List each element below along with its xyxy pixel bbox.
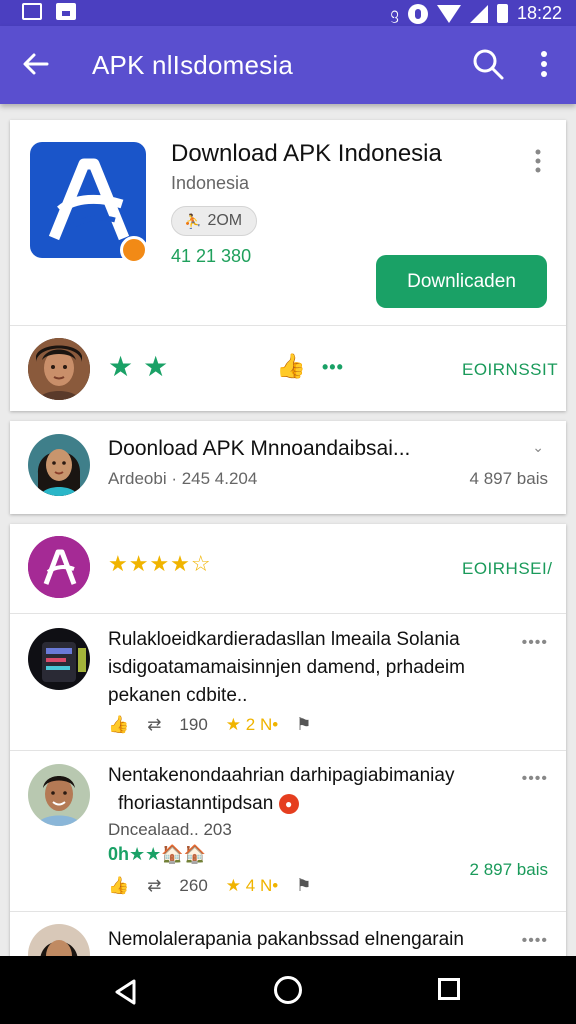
emoji-icon: ● [278, 793, 299, 814]
flag-icon[interactable]: ⚑ [296, 876, 311, 896]
divider [10, 911, 566, 912]
rating-stars: ★★★★☆ [108, 551, 212, 576]
review-more-icon[interactable]: •••• [522, 932, 548, 950]
related-subtitle: Ardeobi · 245 4.204 [108, 469, 258, 488]
divider [10, 325, 566, 326]
app-card-more-icon[interactable] [532, 148, 544, 174]
app-card: Download APK Indonesia Indonesia ⛹ 2OM 4… [10, 120, 566, 411]
sync-icon [407, 3, 428, 24]
review-text: Rulakloeidkardieradasllan lmeaila Solani… [108, 629, 465, 706]
nav-back-icon[interactable] [112, 978, 140, 1006]
review-meta: 2 897 bais [469, 860, 548, 879]
search-icon[interactable] [470, 46, 506, 82]
like-icon[interactable]: 👍 [108, 876, 129, 896]
size-chip: ⛹ 2OM [171, 206, 258, 236]
related-meta: 4 897 bais [469, 469, 548, 488]
related-app-card[interactable]: Doonload APK Mnnoandaibsai... Ardeobi · … [10, 421, 566, 514]
app-card-link[interactable]: EOIRNSSIT [462, 360, 558, 380]
review-text-line2: fhoriastanntipdsan ● [118, 790, 528, 818]
app-bar-title: APK nlIsdomesia [92, 50, 293, 80]
back-arrow-icon[interactable] [20, 48, 52, 80]
review-text: Nentakenondaahrian darhipagiabimaniay [108, 765, 455, 786]
person-icon: ⛹ [184, 212, 202, 229]
more-vert-icon[interactable] [532, 48, 556, 80]
reviews-card: ★★★★☆ EOIRHSEI/ Rulakloeidkardieradaslla… [10, 524, 566, 986]
like-icon[interactable]: 👍 [108, 715, 129, 735]
review-more-icon[interactable]: •••• [522, 634, 548, 652]
nav-home-icon[interactable] [274, 976, 302, 1004]
vibrate-icon: ᦋ [390, 4, 399, 22]
review-avatar [28, 764, 90, 826]
divider [10, 750, 566, 751]
status-bar: ᦋ 18:22 [0, 0, 576, 26]
thumb-up-icon[interactable]: 👍 [276, 352, 306, 381]
review-actions: 👍 ⇄ 260 ★ 4 N• ⚑ [108, 876, 311, 896]
status-time: 18:22 [516, 3, 562, 23]
app-bar: APK nlIsdomesia [0, 26, 576, 104]
related-avatar [28, 434, 90, 496]
user-avatar[interactable] [28, 338, 90, 400]
reviews-app-icon [28, 536, 90, 598]
gallery-notification-icon [56, 3, 76, 20]
nav-recents-icon[interactable] [438, 978, 460, 1000]
wifi-icon [436, 4, 461, 23]
review-actions: 👍 ⇄ 190 ★ 2 N• ⚑ [108, 715, 311, 735]
app-badge-icon [120, 236, 148, 264]
download-button[interactable]: Downlicaden [376, 255, 547, 308]
share-icon[interactable]: ⇄ [147, 715, 161, 735]
chevron-down-icon[interactable]: ⌄ [532, 439, 544, 456]
app-title: Download APK Indonesia [171, 140, 442, 167]
related-title: Doonload APK Mnnoandaibsai... [108, 437, 411, 460]
system-nav-bar [0, 956, 576, 1024]
review-more-icon[interactable]: •••• [522, 770, 548, 788]
more-dots-icon[interactable]: ••• [322, 357, 344, 378]
green-stars: ★★ [108, 351, 179, 382]
app-code: 41 21 380 [171, 246, 252, 266]
review-green-line: 0h★★🏠🏠 [108, 844, 207, 864]
review-text2: fhoriastanntipdsan [118, 793, 274, 814]
share-icon[interactable]: ⇄ [147, 876, 161, 896]
review-star-count: ★ 4 N• [225, 876, 279, 895]
review-text: Nemolalerapania pakanbssad elnengarain [108, 929, 464, 950]
flag-icon[interactable]: ⚑ [296, 715, 311, 735]
review-avatar [28, 628, 90, 690]
review-sub: Dncealaad.. 203 [108, 820, 232, 839]
review-count: 260 [179, 876, 208, 895]
size-chip-label: 2OM [207, 212, 243, 229]
divider [10, 613, 566, 614]
battery-icon [496, 4, 508, 23]
image-notification-icon [22, 3, 42, 20]
review-star-count: ★ 2 N• [225, 715, 279, 734]
review-count: 190 [179, 715, 208, 734]
app-developer[interactable]: Indonesia [171, 173, 249, 194]
signal-icon [469, 4, 488, 23]
reviews-link[interactable]: EOIRHSEI/ [462, 559, 552, 579]
